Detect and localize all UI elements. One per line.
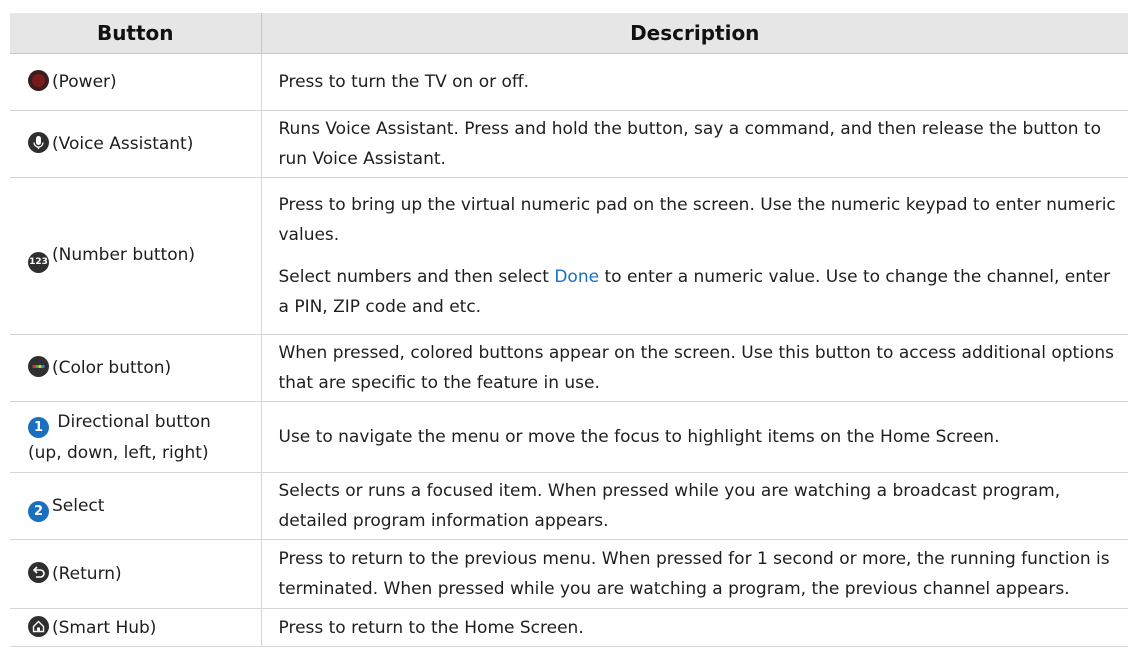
button-cell: (Power) bbox=[10, 53, 262, 111]
home-icon bbox=[28, 615, 49, 637]
description-cell: Press to turn the TV on or off. bbox=[261, 53, 1128, 111]
button-cell: 123 (Number button) bbox=[10, 177, 262, 335]
table-row: (Power) Press to turn the TV on or off. bbox=[10, 53, 1128, 111]
button-cell: (Voice Assistant) bbox=[10, 110, 262, 178]
description-cell: Press to bring up the virtual numeric pa… bbox=[261, 177, 1128, 335]
table-row: 2 Select Selects or runs a focused item. … bbox=[10, 472, 1128, 540]
button-label: (Voice Assistant) bbox=[52, 134, 194, 154]
button-cell: (Color button) bbox=[10, 334, 262, 402]
table-row: (Voice Assistant) Runs Voice Assistant. … bbox=[10, 110, 1128, 178]
description-paragraph: Select numbers and then select Done to e… bbox=[279, 262, 1125, 322]
description-cell: Press to return to the Home Screen. bbox=[261, 608, 1128, 647]
power-icon bbox=[28, 70, 49, 91]
description-cell: Selects or runs a focused item. When pre… bbox=[261, 472, 1128, 540]
description-paragraph: Press to bring up the virtual numeric pa… bbox=[278, 195, 1116, 245]
button-label-line: 1 Directional button bbox=[28, 407, 261, 438]
column-header-description: Description bbox=[261, 13, 1128, 54]
button-cell: (Smart Hub) bbox=[10, 608, 262, 647]
description-cell: When pressed, colored buttons appear on … bbox=[261, 334, 1128, 402]
table-row: (Smart Hub) Press to return to the Home … bbox=[10, 608, 1128, 647]
table-row: 1 Directional button (up, down, left, ri… bbox=[10, 401, 1128, 473]
description-cell: Press to return to the previous menu. Wh… bbox=[261, 539, 1128, 609]
button-label: (Number button) bbox=[52, 244, 196, 265]
number-1-icon: 1 bbox=[28, 416, 49, 438]
button-cell: 1 Directional button (up, down, left, ri… bbox=[10, 401, 262, 473]
number-2-icon: 2 bbox=[28, 500, 49, 522]
number-123-icon: 123 bbox=[28, 251, 49, 273]
column-header-button: Button bbox=[10, 13, 262, 54]
color-button-icon bbox=[28, 356, 49, 377]
button-label: (Power) bbox=[52, 72, 117, 92]
description-text: Select numbers and then select bbox=[278, 267, 555, 287]
return-icon bbox=[28, 562, 49, 583]
description-cell: Runs Voice Assistant. Press and hold the… bbox=[261, 110, 1128, 178]
button-label: (Return) bbox=[52, 564, 122, 584]
button-cell: 2 Select bbox=[10, 472, 262, 540]
table-header-row: Button Description bbox=[10, 13, 1128, 54]
button-label-line: (up, down, left, right) bbox=[28, 442, 209, 463]
table-row: (Color button) When pressed, colored but… bbox=[10, 334, 1128, 402]
button-label: Select bbox=[52, 495, 105, 516]
microphone-icon bbox=[28, 132, 49, 153]
button-cell: (Return) bbox=[10, 539, 262, 609]
button-label: Directional button bbox=[57, 411, 211, 432]
table-row: 123 (Number button) Press to bring up the… bbox=[10, 177, 1128, 335]
button-label: (Color button) bbox=[52, 358, 172, 378]
done-label: Done bbox=[554, 267, 600, 287]
description-cell: Use to navigate the menu or move the foc… bbox=[261, 401, 1128, 473]
remote-buttons-table: Button Description (Power) Press to turn… bbox=[10, 13, 1128, 647]
table-row: (Return) Press to return to the previous… bbox=[10, 539, 1128, 609]
button-label: (Smart Hub) bbox=[52, 617, 157, 638]
